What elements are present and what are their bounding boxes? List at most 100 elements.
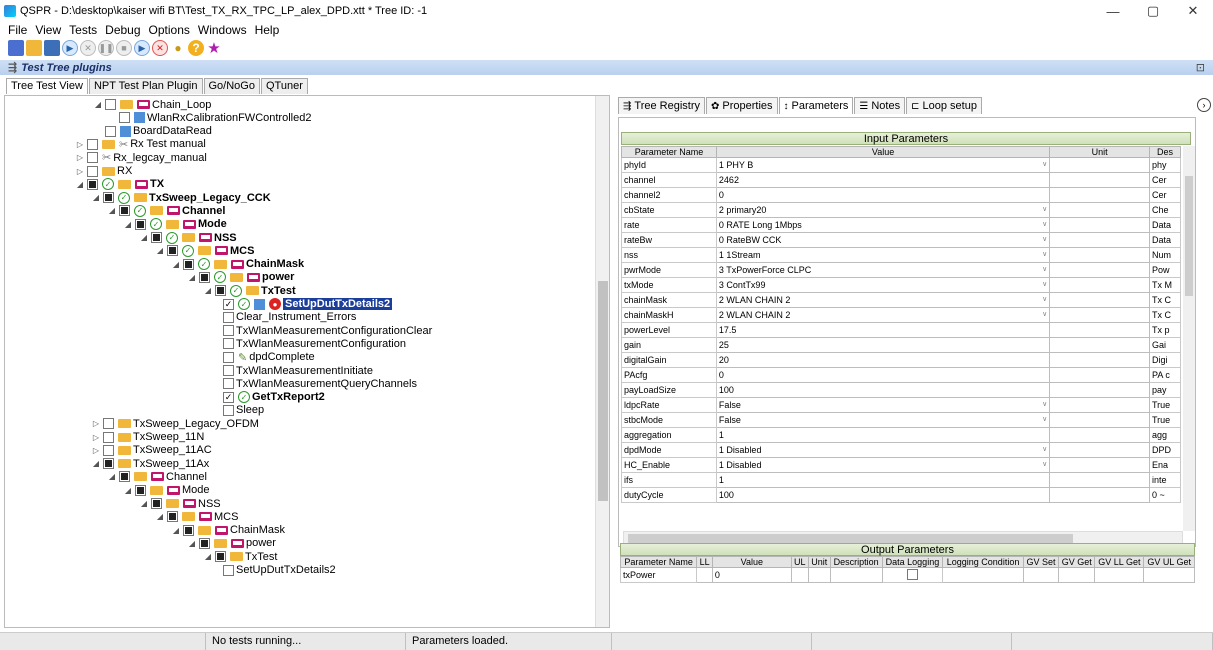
tab-qtuner[interactable]: QTuner <box>260 78 308 94</box>
node-checkbox[interactable] <box>103 418 114 430</box>
param-unit-field[interactable] <box>1049 247 1150 263</box>
expand-toggle-icon[interactable]: ◢ <box>93 100 103 109</box>
param-value-field[interactable]: 100 <box>715 382 1051 398</box>
tree-node[interactable]: Clear_Instrument_Errors <box>221 311 356 324</box>
tab-tree-registry[interactable]: ⇶ Tree Registry <box>618 97 705 114</box>
expand-toggle-icon[interactable]: ◢ <box>75 180 85 189</box>
node-checkbox[interactable] <box>135 218 146 230</box>
expand-toggle-icon[interactable]: ◢ <box>155 246 165 255</box>
expand-toggle-icon[interactable]: ◢ <box>139 499 149 508</box>
tree-node[interactable]: ▷ ✂ Rx Test manual <box>75 138 206 151</box>
out-col-header[interactable]: GV Set <box>1022 556 1060 568</box>
tree-node[interactable]: SetUpDutTxDetails2 <box>221 564 336 577</box>
param-unit-field[interactable] <box>1049 262 1150 278</box>
node-checkbox[interactable] <box>103 192 114 204</box>
tree-node[interactable]: ◢ power <box>187 537 276 550</box>
tree-scroll-thumb[interactable] <box>598 281 608 501</box>
param-value-field[interactable]: 0 RATE Long 1Mbps ∨ <box>715 217 1051 233</box>
open-folder-icon[interactable] <box>26 40 42 56</box>
expand-toggle-icon[interactable]: ◢ <box>187 273 197 282</box>
pin-icon[interactable]: ⊡ <box>1196 61 1205 74</box>
chevron-down-icon[interactable]: ∨ <box>1042 415 1047 423</box>
menu-view[interactable]: View <box>35 23 61 37</box>
out-ul-field[interactable] <box>790 567 809 583</box>
tree-node[interactable]: ▷ ✂ Rx_legcay_manual <box>75 151 207 165</box>
node-checkbox[interactable] <box>223 404 234 416</box>
tree-node[interactable]: TxWlanMeasurementConfigurationClear <box>221 324 432 337</box>
data-logging-checkbox[interactable] <box>906 568 918 580</box>
tab-tree-test-view[interactable]: Tree Test View <box>6 78 88 94</box>
node-checkbox[interactable] <box>199 537 210 549</box>
expand-toggle-icon[interactable]: ▷ <box>91 419 101 428</box>
tree-node[interactable]: ▷ RX <box>75 165 132 178</box>
logging-condition-field[interactable] <box>942 567 1024 583</box>
tree-node[interactable]: ◢ ✓ ChainMask <box>171 258 304 271</box>
tree-node[interactable]: ◢ ✓ TxTest <box>203 284 296 297</box>
node-checkbox[interactable]: ✓ <box>223 391 234 403</box>
param-value-field[interactable]: 2 WLAN CHAIN 2 ∨ <box>715 292 1051 308</box>
tree-node[interactable]: ◢ ✓ MCS <box>155 244 254 257</box>
chevron-down-icon[interactable]: ∨ <box>1042 460 1047 468</box>
tree-node[interactable]: ◢ TxSweep_11Ax <box>91 457 209 470</box>
param-unit-field[interactable] <box>1049 202 1150 218</box>
minimize-button[interactable]: — <box>1093 0 1133 22</box>
param-value-field[interactable]: 1 Disabled ∨ <box>715 442 1051 458</box>
menu-options[interactable]: Options <box>149 23 190 37</box>
chevron-down-icon[interactable]: ∨ <box>1042 265 1047 273</box>
chevron-down-icon[interactable]: ∨ <box>1042 445 1047 453</box>
out-col-header[interactable]: Unit <box>807 556 831 568</box>
next-arrow-icon[interactable]: › <box>1197 98 1211 112</box>
node-checkbox[interactable] <box>87 152 98 164</box>
pause-icon[interactable]: ❚❚ <box>98 40 114 56</box>
logo-icon[interactable] <box>8 40 24 56</box>
node-checkbox[interactable] <box>135 484 146 496</box>
out-value-field[interactable]: 0 <box>711 567 792 583</box>
node-checkbox[interactable] <box>87 178 98 190</box>
save-icon[interactable] <box>44 40 60 56</box>
expand-toggle-icon[interactable]: ◢ <box>187 539 197 548</box>
node-checkbox[interactable] <box>167 245 178 257</box>
tree-node[interactable]: ◢ ✓ TX <box>75 178 164 191</box>
tree-node[interactable]: BoardDataRead <box>103 125 212 138</box>
chevron-down-icon[interactable]: ∨ <box>1042 205 1047 213</box>
play-icon[interactable]: ▶ <box>62 40 78 56</box>
input-scroll-thumb[interactable] <box>1185 176 1193 296</box>
tree-node[interactable]: ◢ ✓ TxSweep_Legacy_CCK <box>91 191 271 204</box>
param-value-field[interactable]: 100 <box>715 487 1051 503</box>
tree-node[interactable]: ✓ ✓ GetTxReport2 <box>221 391 325 404</box>
node-checkbox[interactable] <box>87 138 98 150</box>
param-unit-field[interactable] <box>1049 472 1150 488</box>
expand-toggle-icon[interactable]: ▷ <box>91 433 101 442</box>
tree-node[interactable]: ◢ Channel <box>107 470 207 483</box>
expand-toggle-icon[interactable]: ◢ <box>203 286 213 295</box>
node-checkbox[interactable] <box>215 285 226 297</box>
param-value-field[interactable]: 25 <box>715 337 1051 353</box>
param-value-field[interactable]: 20 <box>715 352 1051 368</box>
out-col-header[interactable]: Logging Condition <box>942 556 1024 568</box>
param-value-field[interactable]: 2 primary20 ∨ <box>715 202 1051 218</box>
expand-toggle-icon[interactable]: ◢ <box>171 260 181 269</box>
chevron-down-icon[interactable]: ∨ <box>1042 220 1047 228</box>
out-ll-field[interactable] <box>696 567 713 583</box>
node-checkbox[interactable] <box>103 431 114 443</box>
node-checkbox[interactable] <box>223 325 234 337</box>
out-col-header[interactable]: Data Logging <box>881 556 944 568</box>
param-value-field[interactable]: 1 Disabled ∨ <box>715 457 1051 473</box>
param-value-field[interactable]: False ∨ <box>715 397 1051 413</box>
node-checkbox[interactable] <box>215 551 226 563</box>
expand-toggle-icon[interactable]: ◢ <box>155 512 165 521</box>
cancel-icon[interactable]: ✕ <box>80 40 96 56</box>
tree-node[interactable]: ▷ TxSweep_11N <box>91 431 204 444</box>
param-unit-field[interactable] <box>1049 277 1150 293</box>
input-vertical-scrollbar[interactable] <box>1183 146 1195 531</box>
chevron-down-icon[interactable]: ∨ <box>1042 295 1047 303</box>
chevron-down-icon[interactable]: ∨ <box>1042 250 1047 258</box>
param-value-field[interactable]: 1 <box>715 472 1051 488</box>
param-unit-field[interactable] <box>1049 427 1150 443</box>
node-checkbox[interactable] <box>103 458 114 470</box>
param-unit-field[interactable] <box>1049 487 1150 503</box>
param-value-field[interactable]: 1 <box>715 427 1051 443</box>
param-value-field[interactable]: 2 WLAN CHAIN 2 ∨ <box>715 307 1051 323</box>
out-col-header[interactable]: Parameter Name <box>619 556 698 568</box>
menu-file[interactable]: File <box>8 23 27 37</box>
